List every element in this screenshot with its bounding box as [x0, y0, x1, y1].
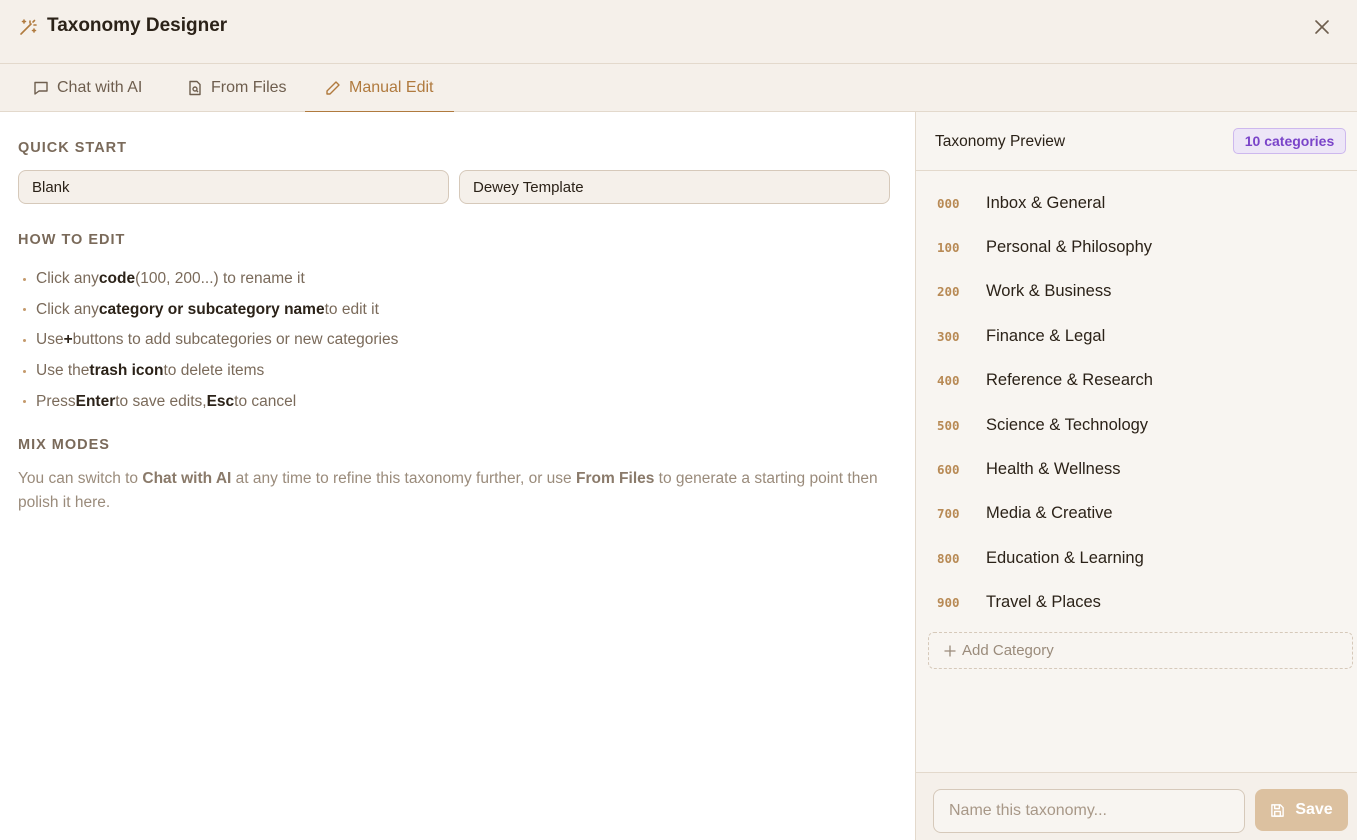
list-item: Press ​Enter​ to save edits, ​Esc​ to ca…	[18, 386, 398, 417]
category-name[interactable]: Health & Wellness	[986, 460, 1121, 479]
close-icon[interactable]	[1312, 17, 1332, 37]
mix-modes-description: You can switch to Chat with AI at any ti…	[18, 470, 878, 511]
add-category-button[interactable]: Add Category	[928, 632, 1353, 669]
save-label: Save	[1295, 801, 1333, 818]
category-row-600[interactable]: 600 Health & Wellness	[916, 449, 1357, 489]
magic-wand-icon	[20, 19, 37, 35]
tab-label: Chat with AI	[57, 79, 143, 96]
category-code[interactable]: 900	[937, 595, 960, 610]
category-name[interactable]: Science & Technology	[986, 416, 1148, 435]
category-row-300[interactable]: 300 Finance & Legal	[916, 316, 1357, 356]
category-code[interactable]: 100	[937, 240, 960, 255]
category-name[interactable]: Education & Learning	[986, 549, 1144, 568]
save-footer: Save	[916, 772, 1357, 840]
mode-tabs: Chat with AI From Files Manual Edit	[0, 64, 1357, 113]
save-button[interactable]: Save	[1255, 789, 1348, 831]
category-code[interactable]: 200	[937, 284, 960, 299]
save-icon	[1271, 803, 1285, 817]
category-code[interactable]: 000	[937, 196, 960, 211]
tab-label: From Files	[211, 79, 287, 96]
pencil-icon	[326, 81, 340, 95]
list-item: Click any ​category or subcategory name​…	[18, 295, 398, 326]
list-item: Click any ​code​ (100, 200...) to rename…	[18, 264, 398, 295]
tab-from-files[interactable]: From Files	[187, 64, 287, 112]
category-name[interactable]: Personal & Philosophy	[986, 238, 1152, 257]
category-code[interactable]: 500	[937, 418, 960, 433]
tab-chat-with-ai[interactable]: Chat with AI	[33, 64, 142, 112]
category-row-200[interactable]: 200 Work & Business	[916, 271, 1357, 311]
category-code[interactable]: 300	[937, 329, 960, 344]
mix-modes-heading: MIX MODES	[18, 437, 110, 453]
category-row-900[interactable]: 900 Travel & Places	[916, 582, 1357, 622]
category-row-700[interactable]: 700 Media & Creative	[916, 493, 1357, 533]
category-row-800[interactable]: 800 Education & Learning	[916, 538, 1357, 578]
taxonomy-preview-panel: Taxonomy Preview 10 categories 000 Inbox …	[916, 112, 1357, 840]
category-name[interactable]: Reference & Research	[986, 371, 1153, 390]
category-code[interactable]: 600	[937, 462, 960, 477]
blank-template-button[interactable]: Blank	[18, 170, 449, 204]
preview-header: Taxonomy Preview 10 categories	[916, 112, 1357, 171]
tab-label: Manual Edit	[349, 79, 434, 96]
chat-icon	[34, 81, 48, 95]
how-to-edit-heading: HOW TO EDIT	[18, 232, 126, 248]
category-name[interactable]: Work & Business	[986, 282, 1111, 301]
preview-title: Taxonomy Preview	[935, 133, 1066, 150]
tab-manual-edit[interactable]: Manual Edit	[305, 64, 453, 113]
category-row-100[interactable]: 100 Personal & Philosophy	[916, 227, 1357, 267]
add-category-label: Add Category	[962, 642, 1054, 659]
dialog-header: Taxonomy Designer	[0, 0, 1357, 64]
category-name[interactable]: Media & Creative	[986, 504, 1113, 523]
category-row-000[interactable]: 000 Inbox & General	[916, 183, 1357, 223]
category-name[interactable]: Finance & Legal	[986, 327, 1105, 346]
category-name[interactable]: Inbox & General	[986, 194, 1105, 213]
manual-edit-panel: QUICK START Blank Dewey Template HOW TO …	[0, 112, 915, 840]
list-item: Use ​+​ buttons to add subcategories or …	[18, 325, 398, 356]
dewey-template-button[interactable]: Dewey Template	[459, 170, 890, 204]
dialog-title: Taxonomy Designer	[47, 15, 228, 36]
category-code[interactable]: 800	[937, 551, 960, 566]
category-code[interactable]: 400	[937, 373, 960, 388]
how-to-edit-list: Click any ​code​ (100, 200...) to rename…	[18, 264, 398, 417]
quick-start-heading: QUICK START	[18, 140, 128, 156]
category-row-500[interactable]: 500 Science & Technology	[916, 405, 1357, 445]
list-item: Use the ​trash icon​ to delete items	[18, 356, 398, 387]
category-code[interactable]: 700	[937, 506, 960, 521]
file-icon	[189, 80, 201, 96]
category-row-400[interactable]: 400 Reference & Research	[916, 360, 1357, 400]
plus-icon	[944, 644, 956, 657]
category-count-badge: 10 categories	[1233, 128, 1346, 154]
category-name[interactable]: Travel & Places	[986, 593, 1101, 612]
taxonomy-name-input[interactable]	[933, 789, 1245, 833]
